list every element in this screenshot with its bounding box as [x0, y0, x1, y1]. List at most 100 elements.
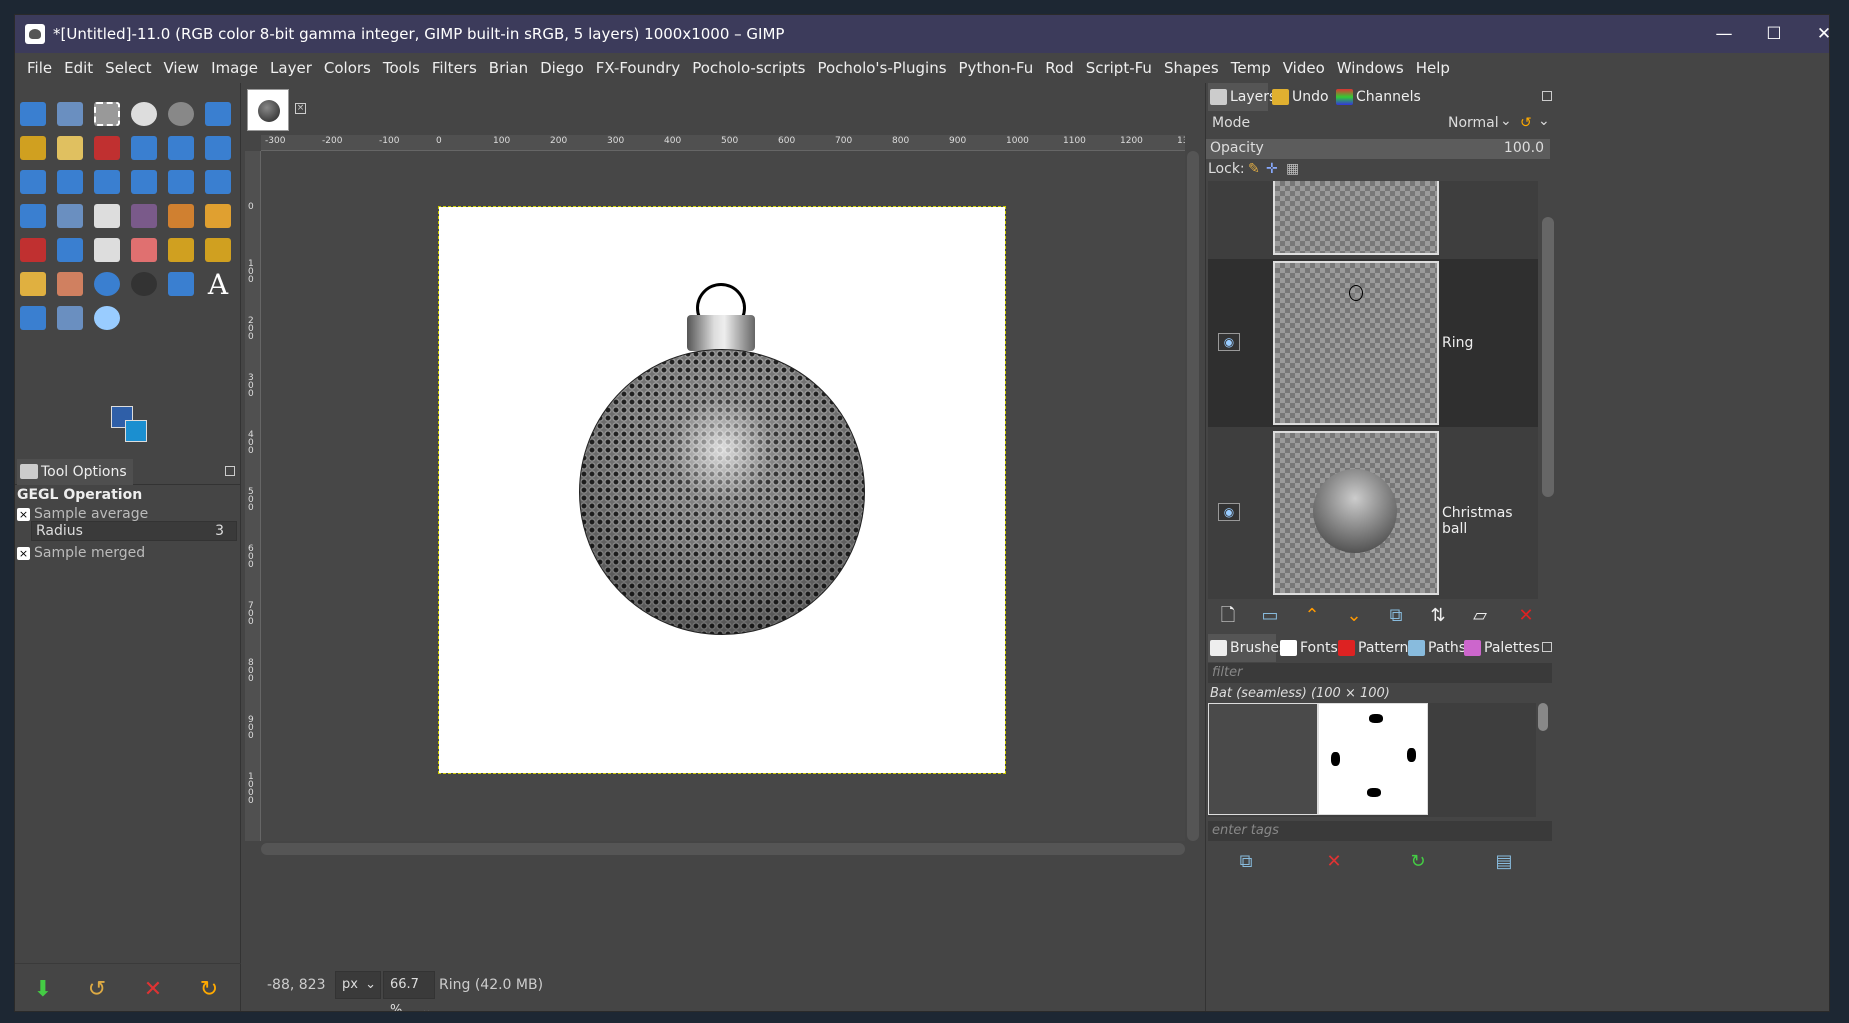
vertical-ruler[interactable]: 0 1 0 0 2 0 0 3 0 0 4 0 0 5 0 0 6 0 0 7 0 0 8 0 …	[245, 151, 261, 841]
dock-menu-icon[interactable]	[1542, 91, 1552, 101]
tab-patterns[interactable]: Patterns	[1336, 634, 1416, 662]
new-layer-group-icon[interactable]: ▭	[1258, 605, 1282, 627]
move-tool-icon[interactable]	[15, 97, 51, 131]
tab-undo[interactable]: Undo	[1270, 83, 1332, 111]
paths-icon[interactable]	[52, 199, 88, 233]
menu-rod[interactable]: Rod	[1039, 59, 1079, 77]
duplicate-layer-icon[interactable]: ⧉	[1384, 605, 1408, 627]
open-as-layer-icon[interactable]: ⧉	[1234, 851, 1258, 873]
tab-paths[interactable]: Paths	[1406, 634, 1466, 662]
sample-average-checkbox[interactable]: ×	[17, 508, 30, 521]
radius-spinbox[interactable]: Radius 3	[31, 521, 237, 541]
close-image-tab-icon[interactable]: ×	[295, 103, 306, 114]
clone-icon[interactable]	[163, 233, 199, 267]
text-tool-icon[interactable]: A	[200, 267, 236, 301]
color-select-icon[interactable]	[89, 131, 125, 165]
perspective-clone-icon[interactable]	[200, 233, 236, 267]
menu-script-fu[interactable]: Script-Fu	[1080, 59, 1158, 77]
zoom-select[interactable]: 66.7 % ⌄	[383, 971, 435, 1011]
smudge-icon[interactable]	[52, 267, 88, 301]
image-thumbnail-tab[interactable]	[247, 89, 289, 131]
heal-icon[interactable]	[15, 267, 51, 301]
pattern-cell[interactable]	[1208, 703, 1318, 815]
align-tool-icon[interactable]	[52, 97, 88, 131]
menu-pocholos-plugins[interactable]: Pocholo's-Plugins	[811, 59, 952, 77]
gradient-icon[interactable]	[126, 199, 162, 233]
bucket-fill-icon[interactable]	[89, 199, 125, 233]
tab-fonts[interactable]: Fonts	[1278, 634, 1338, 662]
tab-palettes[interactable]: Palettes	[1462, 634, 1540, 662]
sample-merged-checkbox[interactable]: ×	[17, 547, 30, 560]
menu-shapes[interactable]: Shapes	[1158, 59, 1225, 77]
fuzzy-select-icon[interactable]	[52, 131, 88, 165]
reset-options-icon[interactable]: ↻	[197, 978, 221, 1002]
tab-channels[interactable]: Channels	[1334, 83, 1424, 111]
restore-options-icon[interactable]: ↺	[85, 978, 109, 1002]
tags-input[interactable]: enter tags	[1208, 821, 1552, 841]
lock-position-icon[interactable]: ✛	[1266, 161, 1278, 177]
delete-layer-icon[interactable]: ✕	[1514, 605, 1538, 627]
lock-pixels-icon[interactable]: ✎	[1248, 161, 1260, 177]
scale-icon[interactable]	[15, 165, 51, 199]
layer-name[interactable]: Ring	[1442, 335, 1473, 351]
shear-icon[interactable]	[52, 165, 88, 199]
new-layer-icon[interactable]: 🗋	[1216, 605, 1240, 627]
measure-icon[interactable]	[163, 267, 199, 301]
mode-select[interactable]: Normal	[1448, 115, 1499, 131]
menu-view[interactable]: View	[157, 59, 205, 77]
background-color[interactable]	[125, 420, 147, 442]
scissors-icon[interactable]	[200, 97, 236, 131]
menu-diego[interactable]: Diego	[534, 59, 590, 77]
merge-layer-icon[interactable]: ⇅	[1426, 605, 1450, 627]
warp-transform-icon[interactable]	[15, 199, 51, 233]
perspective-icon[interactable]	[126, 165, 162, 199]
pattern-grid[interactable]	[1208, 703, 1548, 817]
horizontal-ruler[interactable]: -300 -200 -100 0 100 200 300 400 500 600 700 800 900…	[261, 135, 1185, 151]
chevron-down-icon[interactable]: ⌄	[1538, 113, 1550, 129]
crop-icon[interactable]	[126, 131, 162, 165]
filter-input[interactable]: filter	[1208, 663, 1552, 683]
close-button[interactable]: ✕	[1795, 15, 1829, 53]
menu-windows[interactable]: Windows	[1331, 59, 1410, 77]
blur-icon[interactable]	[89, 267, 125, 301]
menu-video[interactable]: Video	[1277, 59, 1331, 77]
unified-transform-icon[interactable]	[163, 131, 199, 165]
rotate-icon[interactable]	[200, 131, 236, 165]
pattern-cell-bat[interactable]	[1318, 703, 1428, 815]
menu-file[interactable]: File	[21, 59, 58, 77]
menu-python-fu[interactable]: Python-Fu	[953, 59, 1040, 77]
eraser-icon[interactable]	[126, 233, 162, 267]
dodge-burn-icon[interactable]	[126, 267, 162, 301]
menu-fx-foundry[interactable]: FX-Foundry	[590, 59, 686, 77]
ellipse-select-icon[interactable]	[126, 97, 162, 131]
lock-alpha-icon[interactable]: ▦	[1286, 161, 1299, 177]
foreground-select-icon[interactable]	[15, 131, 51, 165]
rect-select-icon[interactable]	[89, 97, 125, 131]
menu-brian[interactable]: Brian	[483, 59, 534, 77]
raise-layer-icon[interactable]: ⌃	[1300, 605, 1324, 627]
menu-pocholo-scripts[interactable]: Pocholo-scripts	[686, 59, 811, 77]
menu-image[interactable]: Image	[205, 59, 264, 77]
save-options-icon[interactable]: ⬇	[31, 978, 55, 1002]
layer-row-christmas-ball[interactable]: ◉ Christmas ball	[1208, 429, 1538, 597]
color-picker-icon[interactable]	[15, 301, 51, 335]
open-folder-icon[interactable]: ▤	[1492, 851, 1516, 873]
paintbrush-icon[interactable]	[163, 199, 199, 233]
unit-select[interactable]: px ⌄	[335, 971, 381, 999]
airbrush-icon[interactable]	[15, 233, 51, 267]
layer-row-ring[interactable]: ◉ Ring	[1208, 259, 1538, 427]
menu-help[interactable]: Help	[1410, 59, 1456, 77]
menu-colors[interactable]: Colors	[318, 59, 377, 77]
layer-row[interactable]	[1208, 181, 1538, 257]
menu-select[interactable]: Select	[99, 59, 157, 77]
canvas-area[interactable]	[261, 151, 1185, 841]
tab-brushes[interactable]: Brushes	[1208, 634, 1286, 662]
layer-name[interactable]: Christmas ball	[1442, 505, 1538, 537]
dock-menu-icon[interactable]	[1542, 642, 1552, 652]
tab-layers[interactable]: Layers	[1208, 83, 1276, 111]
menu-edit[interactable]: Edit	[58, 59, 99, 77]
fg-bg-color-swatch[interactable]	[111, 406, 151, 446]
mask-icon[interactable]: ▱	[1468, 605, 1492, 627]
image-canvas[interactable]	[438, 206, 1006, 774]
handle-transform-icon[interactable]	[200, 165, 236, 199]
